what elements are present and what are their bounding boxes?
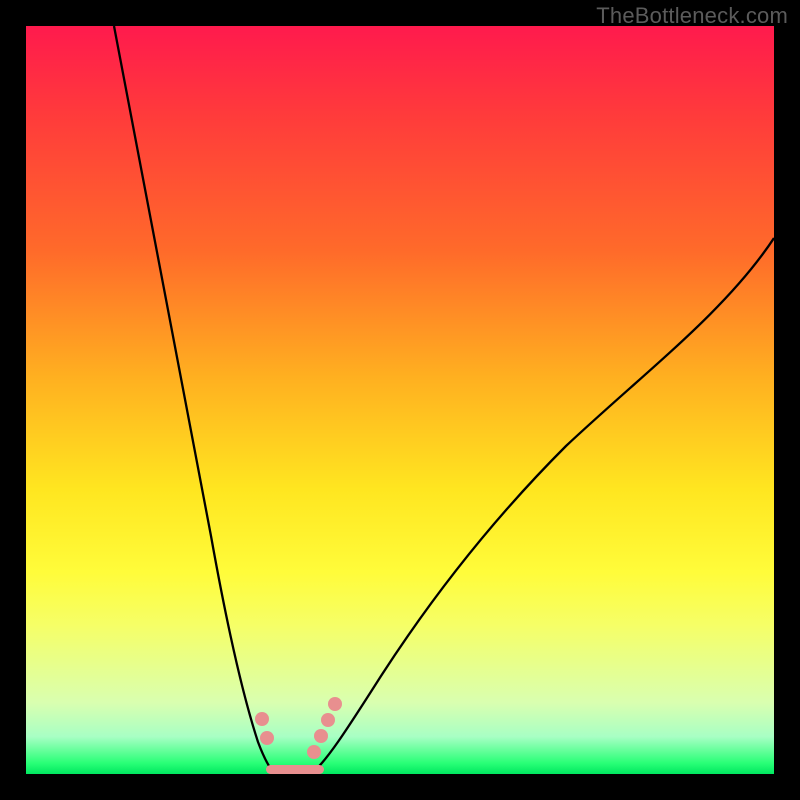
marker-dot: [255, 712, 269, 726]
right-curve: [311, 238, 774, 774]
marker-dot: [321, 713, 335, 727]
chart-frame: TheBottleneck.com: [0, 0, 800, 800]
watermark-text: TheBottleneck.com: [596, 3, 788, 29]
plot-area: [26, 26, 774, 774]
marker-dot: [328, 697, 342, 711]
marker-dot: [314, 729, 328, 743]
marker-dot: [307, 745, 321, 759]
marker-dot: [260, 731, 274, 745]
bottom-marker-bar: [266, 765, 324, 774]
chart-svg: [26, 26, 774, 774]
left-curve: [114, 26, 275, 774]
